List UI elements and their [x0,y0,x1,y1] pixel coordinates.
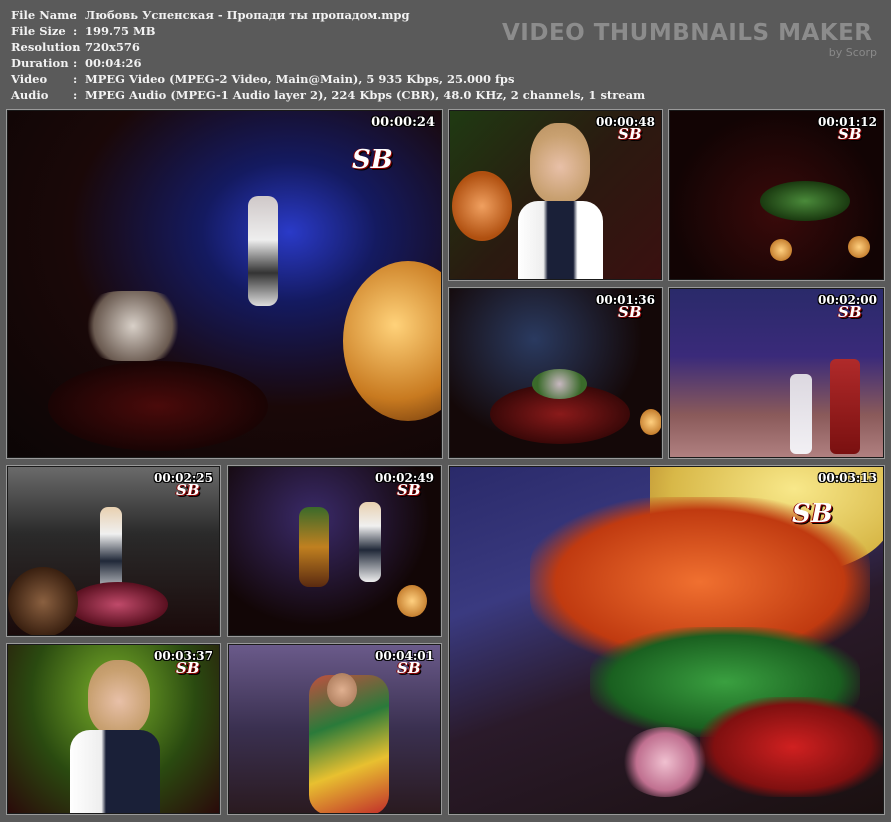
scene-table [68,582,168,627]
scene-singer-body [518,201,603,279]
thumbnail-1[interactable]: SB 00:00:24 [6,109,443,459]
thumbnail-7[interactable]: SB 00:02:49 [227,465,442,637]
timestamp: 00:03:37 [154,649,213,663]
timestamp: 00:00:24 [371,115,435,130]
scene-dancer [299,507,329,587]
timestamp: 00:01:36 [596,293,655,307]
thumbnail-6[interactable]: SB 00:02:25 [6,465,221,637]
timestamp: 00:02:00 [818,293,877,307]
brand-title: VIDEO THUMBNAILS MAKER [502,20,873,46]
scene-singer [248,196,278,306]
info-file-name: File Name: Любовь Успенская - Пропади ты … [11,8,410,22]
scene-lamp [770,239,792,261]
scene-lamp [397,585,427,617]
scene-stage [760,181,850,221]
info-header: File Name: Любовь Успенская - Пропади ты … [0,0,891,108]
timestamp: 00:02:25 [154,471,213,485]
channel-logo: SB [792,499,833,529]
scene-lamp [848,236,870,258]
info-file-size: File Size:199.75 MB [11,24,156,38]
scene-lamp [640,409,661,435]
scene-orb [343,261,441,421]
scene-table [48,361,268,451]
scene-flowers [620,727,710,797]
thumbnail-8[interactable]: SB 00:03:13 [448,465,885,815]
scene-singer-face [88,660,150,735]
timestamp: 00:04:01 [375,649,434,663]
info-audio: Audio: MPEG Audio (MPEG-1 Audio layer 2),… [11,88,646,102]
scene-lamp [452,171,512,241]
scene-boot [830,359,860,454]
channel-logo: SB [352,145,393,175]
thumbnail-9[interactable]: SB 00:03:37 [6,643,221,815]
scene-flowers [532,369,587,399]
info-duration: Duration:00:04:26 [11,56,142,70]
scene-dancer-face [327,673,357,707]
scene-boot [790,374,812,454]
info-resolution: Resolution: 720x576 [11,40,140,54]
timestamp: 00:02:49 [375,471,434,485]
thumbnail-4[interactable]: SB 00:01:36 [448,287,663,459]
scene-audience-head [8,567,78,635]
thumbnail-2[interactable]: SB 00:00:48 [448,109,663,281]
scene-flowers [78,291,188,361]
thumbnail-10[interactable]: SB 00:04:01 [227,643,442,815]
timestamp: 00:03:13 [818,471,877,485]
scene-red-fabric [700,697,883,797]
brand-subtitle: by Scorp [828,46,877,59]
timestamp: 00:01:12 [818,115,877,129]
timestamp: 00:00:48 [596,115,655,129]
scene-singer-face [530,123,590,203]
info-video: Video: MPEG Video (MPEG-2 Video, Main@Mai… [11,72,515,86]
scene-singer [359,502,381,582]
scene-singer-body [70,730,160,813]
thumbnail-3[interactable]: SB 00:01:12 [668,109,885,281]
thumbnail-5[interactable]: SB 00:02:00 [668,287,885,459]
